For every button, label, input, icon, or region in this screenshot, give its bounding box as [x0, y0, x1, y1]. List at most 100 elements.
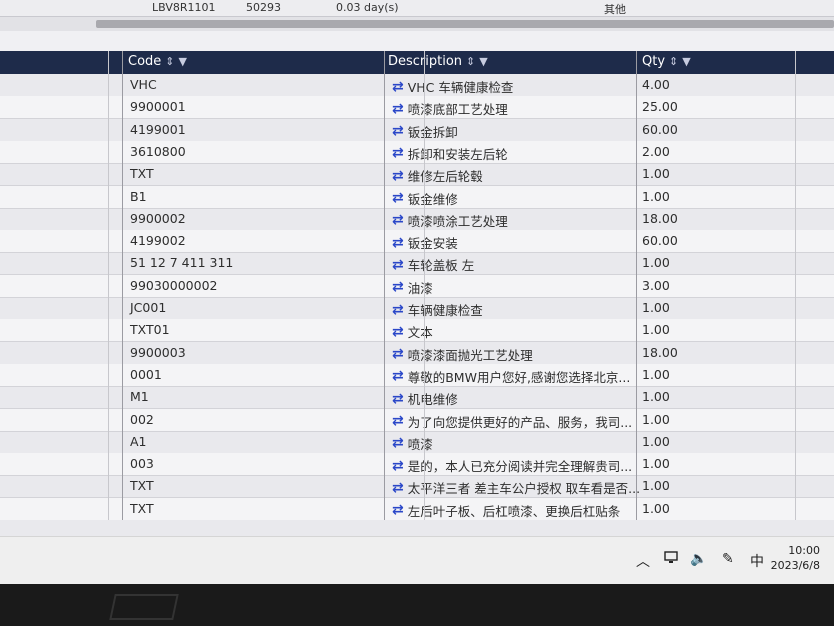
- table-row[interactable]: 4199002 ⇄ 钣金安装 60.00: [0, 230, 834, 254]
- network-icon[interactable]: [664, 551, 680, 569]
- table-row[interactable]: TXT ⇄ 维修左后轮毂 1.00: [0, 163, 834, 187]
- table-row[interactable]: 9900002 ⇄ 喷漆喷涂工艺处理 18.00: [0, 208, 834, 231]
- swap-icon[interactable]: ⇄: [392, 481, 404, 495]
- table-spacer: [0, 31, 834, 51]
- cell-description: ⇄ 尊敬的BMW用户您好,感谢您选择北京...: [392, 367, 630, 386]
- swap-icon[interactable]: ⇄: [392, 169, 404, 183]
- description-text: 是的，本人已充分阅读并完全理解贵司...: [407, 459, 633, 475]
- cell-description: ⇄ 为了向您提供更好的产品、服务，我司...: [392, 412, 632, 431]
- header-description[interactable]: Description ⇕ ▼: [388, 54, 488, 69]
- column-divider: [108, 51, 109, 535]
- table-row[interactable]: 003 ⇄ 是的，本人已充分阅读并完全理解贵司... 1.00: [0, 453, 834, 477]
- filter-icon[interactable]: ▼: [682, 55, 690, 68]
- description-text: 文本: [407, 325, 433, 341]
- cell-qty: 25.00: [642, 99, 678, 115]
- sort-icon[interactable]: ⇕: [466, 55, 475, 68]
- swap-icon[interactable]: ⇄: [392, 213, 404, 227]
- swap-icon[interactable]: ⇄: [392, 414, 404, 428]
- table-row[interactable]: VHC ⇄ VHC 车辆健康检查 4.00: [0, 74, 834, 97]
- volume-icon[interactable]: 🔈: [690, 551, 707, 567]
- clock-time: 10:00: [788, 544, 820, 557]
- sort-icon[interactable]: ⇕: [669, 55, 678, 68]
- swap-icon[interactable]: ⇄: [392, 80, 404, 94]
- cell-code: 003: [130, 456, 154, 472]
- system-clock[interactable]: 10:00 2023/6/8: [771, 543, 820, 573]
- table-row[interactable]: 9900003 ⇄ 喷漆漆面抛光工艺处理 18.00: [0, 342, 834, 365]
- table-row[interactable]: 3610800 ⇄ 拆卸和安装左后轮 2.00: [0, 140, 834, 164]
- cell-qty: 1.00: [642, 500, 670, 516]
- pen-icon[interactable]: ✎: [722, 551, 734, 567]
- swap-icon[interactable]: ⇄: [392, 325, 404, 339]
- previous-row-strip: LBV8R1101 50293 0.03 day(s) 其他: [0, 0, 834, 17]
- cell-qty: 1.00: [642, 456, 670, 472]
- cell-code: 0001: [130, 366, 162, 382]
- swap-icon[interactable]: ⇄: [392, 369, 404, 383]
- table-row[interactable]: 9900001 ⇄ 喷漆底部工艺处理 25.00: [0, 96, 834, 120]
- cell-qty: 2.00: [642, 143, 670, 159]
- clock-date: 2023/6/8: [770, 559, 820, 572]
- cell-qty: 1.00: [642, 433, 670, 449]
- cell-qty: 1.00: [642, 366, 670, 382]
- description-text: 喷漆漆面抛光工艺处理: [407, 347, 533, 363]
- filter-icon[interactable]: ▼: [179, 55, 187, 68]
- header-code[interactable]: Code ⇕ ▼: [128, 54, 187, 69]
- cell-code: 99030000002: [130, 277, 218, 293]
- swap-icon[interactable]: ⇄: [392, 124, 404, 138]
- table-row[interactable]: 51 12 7 411 311 ⇄ 车轮盖板 左 1.00: [0, 252, 834, 276]
- cell-qty: 1.00: [642, 389, 670, 405]
- description-text: 太平洋三者 差主车公户授权 取车看是否...: [407, 481, 641, 497]
- cell-code: TXT: [130, 478, 154, 494]
- header-description-label: Description: [388, 54, 463, 69]
- cell-code: B1: [130, 188, 147, 204]
- cell-code: TXT01: [130, 322, 170, 338]
- cell-description: ⇄ 喷漆: [392, 434, 433, 453]
- swap-icon[interactable]: ⇄: [392, 236, 404, 250]
- swap-icon[interactable]: ⇄: [392, 347, 404, 361]
- description-text: 喷漆喷涂工艺处理: [407, 213, 508, 229]
- scrollbar-thumb[interactable]: [96, 20, 834, 28]
- header-qty[interactable]: Qty ⇕ ▼: [642, 54, 691, 69]
- swap-icon[interactable]: ⇄: [392, 503, 404, 517]
- swap-icon[interactable]: ⇄: [392, 280, 404, 294]
- horizontal-scrollbar[interactable]: [0, 17, 834, 31]
- cell-qty: 3.00: [642, 277, 670, 293]
- swap-icon[interactable]: ⇄: [392, 303, 404, 317]
- swap-icon[interactable]: ⇄: [392, 392, 404, 406]
- cell-code: 9900002: [130, 210, 186, 226]
- table-row[interactable]: A1 ⇄ 喷漆 1.00: [0, 431, 834, 454]
- table-row[interactable]: TXT ⇄ 太平洋三者 差主车公户授权 取车看是否... 1.00: [0, 475, 834, 499]
- column-divider: [795, 51, 796, 535]
- table-row[interactable]: TXT01 ⇄ 文本 1.00: [0, 319, 834, 343]
- table-row[interactable]: 99030000002 ⇄ 油漆 3.00: [0, 274, 834, 298]
- cell-qty: 1.00: [642, 322, 670, 338]
- swap-icon[interactable]: ⇄: [392, 102, 404, 116]
- table-row[interactable]: TXT ⇄ 左后叶子板、后杠喷漆、更换后杠贴条 1.00: [0, 497, 834, 521]
- cell-code: VHC: [130, 77, 157, 92]
- cell-description: ⇄ 太平洋三者 差主车公户授权 取车看是否...: [392, 478, 640, 497]
- prev-days: 0.03 day(s): [336, 1, 399, 14]
- sort-icon[interactable]: ⇕: [165, 55, 174, 68]
- cell-qty: 60.00: [642, 121, 678, 137]
- table-row[interactable]: JC001 ⇄ 车辆健康检查 1.00: [0, 297, 834, 320]
- table-row[interactable]: M1 ⇄ 机电维修 1.00: [0, 386, 834, 410]
- description-text: 钣金维修: [407, 191, 458, 207]
- chevron-up-icon[interactable]: ︿: [636, 551, 650, 571]
- table-row[interactable]: 002 ⇄ 为了向您提供更好的产品、服务，我司... 1.00: [0, 408, 834, 432]
- swap-icon[interactable]: ⇄: [392, 459, 404, 473]
- ime-indicator[interactable]: 中: [750, 551, 764, 571]
- table-row[interactable]: B1 ⇄ 钣金维修 1.00: [0, 185, 834, 209]
- filter-icon[interactable]: ▼: [479, 55, 487, 68]
- description-text: 钣金拆卸: [407, 124, 458, 140]
- table-row[interactable]: 0001 ⇄ 尊敬的BMW用户您好,感谢您选择北京... 1.00: [0, 363, 834, 387]
- swap-icon[interactable]: ⇄: [392, 258, 404, 272]
- taskbar: ︿ 🔈 ✎ 中 10:00 2023/6/8: [0, 536, 834, 584]
- cell-qty: 1.00: [642, 478, 670, 494]
- cell-qty: 1.00: [642, 411, 670, 427]
- swap-icon[interactable]: ⇄: [392, 436, 404, 450]
- table-row[interactable]: 4199001 ⇄ 钣金拆卸 60.00: [0, 119, 834, 142]
- swap-icon[interactable]: ⇄: [392, 191, 404, 205]
- cell-qty: 4.00: [642, 77, 670, 92]
- screen: LBV8R1101 50293 0.03 day(s) 其他 Code ⇕ ▼ …: [0, 0, 834, 584]
- swap-icon[interactable]: ⇄: [392, 146, 404, 160]
- prev-number: 50293: [246, 1, 281, 14]
